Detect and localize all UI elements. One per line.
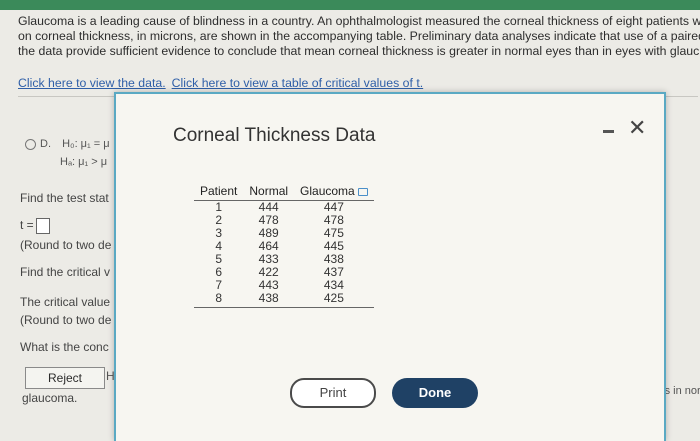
- alt-hypothesis: Hₐ: μ₁ > μ: [60, 156, 108, 168]
- round-note: (Round to two de: [20, 313, 112, 327]
- critical-value-label: The critical value: [20, 295, 111, 309]
- column-header-patient: Patient: [194, 182, 244, 201]
- problem-links: Click here to view the data. Click here t…: [18, 76, 429, 90]
- table-cell: 425: [294, 292, 374, 308]
- radio-icon[interactable]: [25, 138, 36, 150]
- problem-line: the data provide sufficient evidence to …: [18, 44, 700, 58]
- t-input[interactable]: [35, 218, 50, 234]
- problem-statement: Glaucoma is a leading cause of blindness…: [18, 14, 700, 59]
- corneal-thickness-table: Patient Normal Glaucoma 1 444 447 2 478 478 3 4…: [194, 182, 374, 308]
- modal-title: Corneal Thickness Data: [173, 125, 376, 146]
- done-button[interactable]: Done: [392, 378, 478, 408]
- table-row: 8 438 425: [194, 292, 374, 308]
- glaucoma-fragment: glaucoma.: [22, 391, 78, 405]
- t-label: t =: [20, 218, 34, 233]
- find-test-stat-label: Find the test stat: [20, 191, 109, 205]
- t-input-row: t =: [20, 218, 50, 234]
- table-cell: 8: [194, 292, 244, 308]
- print-button[interactable]: Print: [290, 378, 376, 408]
- reject-dropdown[interactable]: Reject: [25, 367, 105, 389]
- view-critical-values-link[interactable]: Click here to view a table of critical v…: [172, 76, 424, 90]
- hypothesis-option-d[interactable]: D. H₀: μ₁ = μ: [25, 138, 110, 150]
- round-note: (Round to two de: [20, 238, 112, 252]
- view-data-link[interactable]: Click here to view the data.: [18, 76, 166, 90]
- find-critical-label: Find the critical v: [20, 265, 111, 279]
- problem-line: Glaucoma is a leading cause of blindness…: [18, 14, 700, 28]
- table-cell: 444: [258, 200, 279, 214]
- top-bar: [0, 0, 700, 10]
- option-letter: D.: [40, 138, 51, 150]
- column-header-normal: Normal: [243, 182, 295, 201]
- table-cell: 1: [215, 200, 223, 214]
- column-header-glaucoma: Glaucoma: [294, 182, 374, 201]
- minimize-icon[interactable]: [603, 130, 614, 133]
- problem-line: on corneal thickness, in microns, are sh…: [18, 29, 700, 43]
- conclusion-question: What is the conc: [20, 340, 109, 354]
- table-row: 1 444 447: [194, 201, 374, 215]
- corneal-data-modal: Corneal Thickness Data ✕ Patient Normal …: [114, 92, 666, 441]
- table-cell: 447: [323, 200, 344, 214]
- copy-icon[interactable]: [357, 187, 368, 196]
- close-icon[interactable]: ✕: [628, 117, 646, 139]
- column-header-glaucoma-label: Glaucoma: [300, 184, 355, 198]
- table-cell: 438: [243, 292, 295, 308]
- null-hypothesis: H₀: μ₁ = μ: [62, 138, 110, 150]
